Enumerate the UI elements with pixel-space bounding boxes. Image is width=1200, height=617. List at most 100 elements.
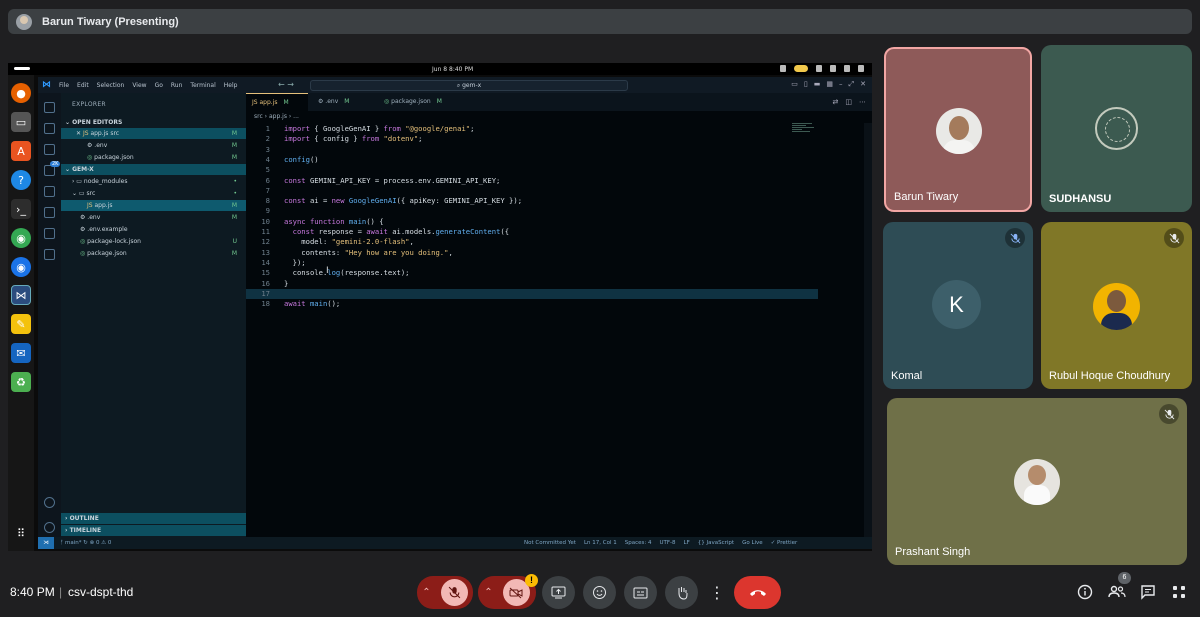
tab-package-json[interactable]: ◎ package.json M	[378, 93, 458, 111]
status-item[interactable]: Go Live	[742, 540, 763, 546]
more-actions-icon[interactable]: ⋯	[859, 98, 866, 106]
code-line[interactable]: 1 import { GoogleGenAI } from "@google/ge…	[246, 124, 818, 134]
raise-hand-button[interactable]	[665, 576, 698, 609]
tab-app-js[interactable]: JS app.js M	[246, 93, 308, 111]
open-editors-header[interactable]: ⌄ OPEN EDITORS	[61, 117, 246, 128]
remote-indicator-icon[interactable]: ⋊	[38, 537, 54, 549]
account-icon[interactable]	[44, 497, 55, 508]
tree-item-folder[interactable]: › ▭ node_modules •	[61, 176, 246, 187]
participant-tile[interactable]: Prashant Singh	[887, 398, 1187, 565]
software-center-icon[interactable]: A	[11, 141, 31, 161]
people-button[interactable]	[1108, 583, 1126, 601]
code-line[interactable]: 12 model: "gemini-2.0-flash",	[246, 237, 818, 247]
chromium-icon[interactable]: ◉	[11, 257, 31, 277]
code-line[interactable]: 10 async function main() {	[246, 217, 818, 227]
layout-icon[interactable]: ▭	[791, 80, 798, 89]
activities-button[interactable]	[1170, 583, 1188, 601]
terminal-icon[interactable]: ›_	[11, 199, 31, 219]
code-line[interactable]: 15 console.log(response.text);	[246, 268, 818, 278]
firefox-icon[interactable]: ●	[11, 83, 31, 103]
tab-env[interactable]: ⚙ .env M	[312, 93, 372, 111]
code-line[interactable]: 11 const response = await ai.models.gene…	[246, 227, 818, 237]
status-item[interactable]: Ln 17, Col 1	[584, 540, 617, 546]
layout-grid-icon[interactable]: ▦	[826, 80, 833, 89]
menu-item-edit[interactable]: Edit	[77, 82, 89, 89]
more-options-button[interactable]: ⋮	[708, 576, 726, 609]
status-item[interactable]: LF	[684, 540, 690, 546]
remote-explorer-icon[interactable]	[44, 207, 55, 218]
layout-panel-icon[interactable]: ▬	[814, 80, 821, 89]
tree-item-file[interactable]: ⚙ .env.example	[61, 224, 246, 235]
thunderbird-icon[interactable]: ✉	[11, 343, 31, 363]
participant-tile[interactable]: K Komal	[883, 222, 1033, 389]
files-icon[interactable]: ▭	[11, 112, 31, 132]
code-line[interactable]: 7	[246, 186, 818, 196]
command-center-search[interactable]: ⌕ gem-x	[310, 80, 628, 91]
explorer-icon[interactable]	[44, 102, 55, 113]
present-screen-button[interactable]	[542, 576, 575, 609]
help-icon[interactable]: ?	[11, 170, 31, 190]
project-header[interactable]: ⌄ GEM-X	[61, 164, 246, 175]
menu-item-run[interactable]: Run	[171, 82, 183, 89]
menu-item-terminal[interactable]: Terminal	[190, 82, 215, 89]
code-line[interactable]: 3	[246, 145, 818, 155]
open-editor-item[interactable]: ✕ JS app.js src M	[61, 128, 246, 139]
close-icon[interactable]: ✕	[860, 80, 866, 89]
participant-tile[interactable]: Barun Tiwary	[884, 47, 1032, 212]
status-item[interactable]: {} JavaScript	[698, 540, 734, 546]
menu-item-file[interactable]: File	[59, 82, 69, 89]
minimize-icon[interactable]: –	[839, 80, 843, 89]
menu-item-selection[interactable]: Selection	[97, 82, 125, 89]
breadcrumb[interactable]: src › app.js › ...	[254, 113, 299, 120]
code-line[interactable]: 9	[246, 206, 818, 216]
database-icon[interactable]	[44, 249, 55, 260]
status-item[interactable]: Spaces: 4	[625, 540, 652, 546]
settings-gear-icon[interactable]	[44, 522, 55, 533]
code-line[interactable]: 13 contents: "Hey how are you doing.",	[246, 248, 818, 258]
testing-icon[interactable]	[44, 228, 55, 239]
timeline-section[interactable]: › TIMELINE	[61, 525, 246, 536]
status-item[interactable]: ✓ Prettier	[771, 540, 798, 546]
captions-button[interactable]	[624, 576, 657, 609]
chrome-icon[interactable]: ◉	[11, 228, 31, 248]
code-editor[interactable]: JS app.js M ⚙ .env M ◎ package.json M ⇄ ◫ ⋯…	[246, 93, 872, 537]
mic-off-button[interactable]	[440, 579, 468, 606]
code-line[interactable]: 4 config()	[246, 155, 818, 165]
menu-item-help[interactable]: Help	[224, 82, 238, 89]
show-apps-icon[interactable]: ⠿	[11, 523, 31, 543]
tree-item-file[interactable]: ◎ package-lock.json U	[61, 236, 246, 247]
status-item[interactable]: Not Committed Yet	[524, 540, 576, 546]
outline-section[interactable]: › OUTLINE	[61, 513, 246, 524]
chat-button[interactable]	[1139, 583, 1157, 601]
code-line[interactable]: 5	[246, 165, 818, 175]
code-line[interactable]: 8 const ai = new GoogleGenAI({ apiKey: GE…	[246, 196, 818, 206]
split-editor-icon[interactable]: ◫	[845, 98, 852, 106]
tree-item-file[interactable]: ⚙ .env M	[61, 212, 246, 223]
code-line[interactable]: 17	[246, 288, 818, 300]
code-line[interactable]: 18 await main();	[246, 299, 818, 309]
menu-item-view[interactable]: View	[132, 82, 146, 89]
tree-item-folder[interactable]: ⌄ ▭ src •	[61, 188, 246, 199]
status-item[interactable]: UTF-8	[659, 540, 675, 546]
extensions-icon[interactable]	[44, 186, 55, 197]
layout-sidebar-icon[interactable]: ▯	[804, 80, 808, 89]
compare-icon[interactable]: ⇄	[833, 98, 839, 106]
emoji-button[interactable]	[583, 576, 616, 609]
vscode-dock-icon[interactable]: ⋈	[11, 285, 31, 305]
leave-call-button[interactable]	[734, 576, 781, 609]
search-icon[interactable]	[44, 123, 55, 134]
participant-tile[interactable]: Rubul Hoque Choudhury	[1041, 222, 1192, 389]
tree-item-file[interactable]: ◎ package.json M	[61, 248, 246, 259]
trash-icon[interactable]: ♻	[11, 372, 31, 392]
menu-item-go[interactable]: Go	[155, 82, 163, 89]
mic-options-chevron-icon[interactable]: ⌃	[422, 587, 430, 598]
code-line[interactable]: 6 const GEMINI_API_KEY = process.env.GEMI…	[246, 176, 818, 186]
editor-scrollbar[interactable]	[864, 123, 872, 537]
meeting-info-button[interactable]	[1076, 583, 1094, 601]
code-line[interactable]: 2 import { config } from "dotenv";	[246, 134, 818, 144]
open-editor-item[interactable]: ⚙ .env M	[61, 140, 246, 151]
text-editor-icon[interactable]: ✎	[11, 314, 31, 334]
open-editor-item[interactable]: ◎ package.json M	[61, 152, 246, 163]
camera-options-chevron-icon[interactable]: ⌃	[484, 587, 492, 598]
code-line[interactable]: 16}	[246, 279, 818, 289]
